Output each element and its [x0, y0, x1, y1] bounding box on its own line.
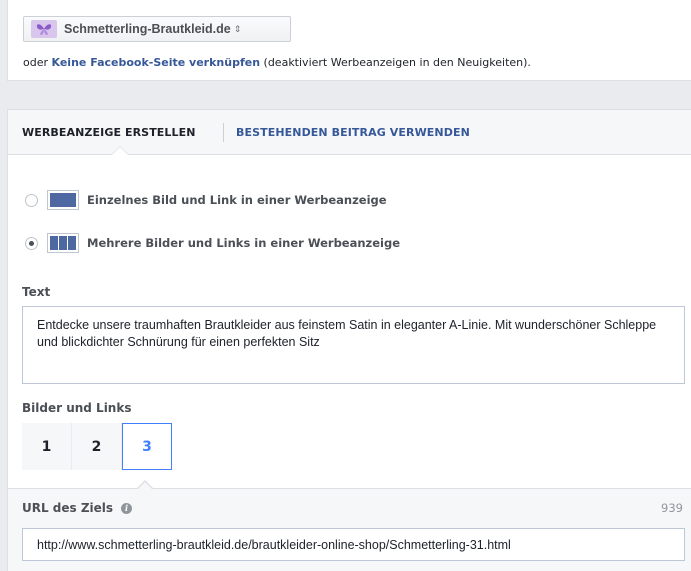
page-selection-card: Schmetterling-Brautkleid.de ⇕ oder Keine… — [7, 0, 691, 81]
images-links-tabs: 1 2 3 — [22, 423, 172, 470]
radio-multiple-images[interactable] — [25, 236, 38, 250]
single-image-label: Einzelnes Bild und Link in einer Werbean… — [87, 193, 387, 207]
tab-create-ad[interactable]: WERBEANZEIGE ERSTELLEN — [22, 126, 196, 139]
image-tab-2[interactable]: 2 — [72, 423, 122, 470]
image-tab-1[interactable]: 1 — [22, 423, 72, 470]
single-image-icon — [47, 190, 79, 210]
destination-url-input[interactable] — [22, 528, 685, 561]
destination-url-label: URL des Ziels — [22, 501, 114, 515]
page-thumbnail-butterfly-icon — [31, 20, 57, 38]
tab-divider — [223, 123, 224, 142]
url-label-row: URL des Ziels i — [22, 501, 133, 515]
radio-single-image[interactable] — [25, 193, 38, 207]
active-tab-indicator-fill — [112, 147, 128, 155]
tab-use-existing-post[interactable]: BESTEHENDEN BEITRAG VERWENDEN — [236, 126, 470, 139]
or-text: oder — [23, 56, 49, 69]
dropdown-arrows-icon: ⇕ — [233, 24, 242, 35]
no-page-option-line: oder Keine Facebook-Seite verknüpfen (de… — [23, 56, 531, 69]
destination-url-section: URL des Ziels i 939 — [8, 488, 691, 571]
ad-creation-card: WERBEANZEIGE ERSTELLEN BESTEHENDEN BEITR… — [7, 109, 691, 571]
image-tab-3[interactable]: 3 — [122, 423, 172, 470]
ad-source-tabs: WERBEANZEIGE ERSTELLEN BESTEHENDEN BEITR… — [8, 110, 691, 155]
facebook-page-dropdown[interactable]: Schmetterling-Brautkleid.de ⇕ — [23, 16, 291, 42]
ad-text-field[interactable]: Entdecke unsere traumhaften Brautkleider… — [22, 306, 685, 384]
info-icon[interactable]: i — [121, 502, 133, 514]
selected-image-pointer-fill — [138, 482, 152, 489]
images-links-label: Bilder und Links — [22, 401, 132, 415]
no-page-note: (deaktiviert Werbeanzeigen in den Neuigk… — [263, 56, 531, 69]
remaining-characters: 939 — [661, 501, 683, 515]
format-option-single[interactable]: Einzelnes Bild und Link in einer Werbean… — [25, 189, 387, 211]
multiple-images-icon — [47, 233, 79, 253]
multiple-images-label: Mehrere Bilder und Links in einer Werbea… — [87, 236, 401, 250]
no-facebook-page-link[interactable]: Keine Facebook-Seite verknüpfen — [52, 56, 261, 69]
text-section-label: Text — [22, 285, 51, 299]
page-dropdown-label: Schmetterling-Brautkleid.de — [64, 22, 231, 36]
format-option-carousel[interactable]: Mehrere Bilder und Links in einer Werbea… — [25, 232, 400, 254]
